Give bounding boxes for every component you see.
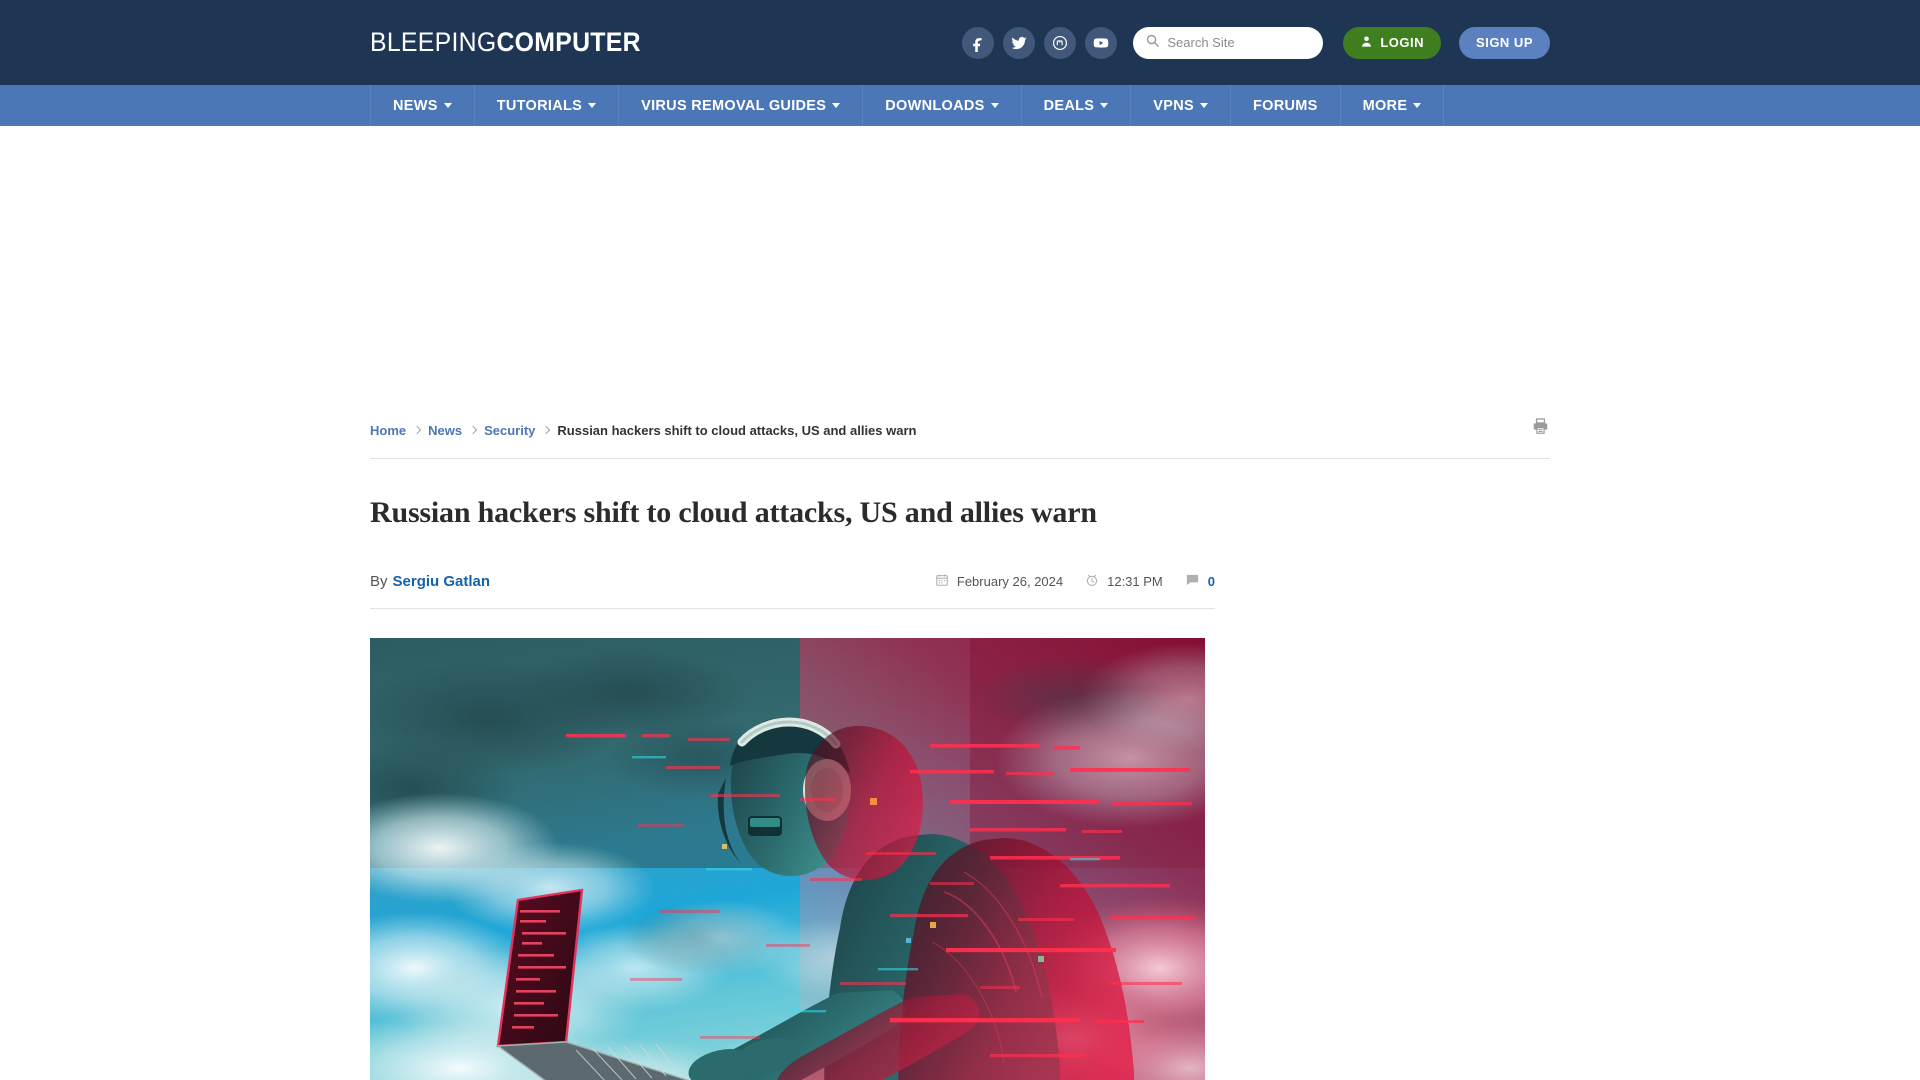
calendar-icon	[935, 573, 949, 590]
site-header: BLEEPINGCOMPUTER Search Site LOGIN SIGN …	[0, 0, 1920, 85]
breadcrumb: Home News Security Russian hackers shift to…	[370, 413, 1550, 447]
publish-time-text: 12:31 PM	[1107, 573, 1163, 589]
header-actions: LOGIN SIGN UP	[962, 0, 1550, 85]
main-content: Home News Security Russian hackers shift to…	[370, 413, 1550, 1080]
chevron-down-icon	[588, 103, 597, 108]
site-logo[interactable]: BLEEPINGCOMPUTER	[370, 27, 641, 58]
breadcrumb-separator-icon	[542, 425, 551, 435]
nav-item-deals[interactable]: DEALS	[1022, 85, 1132, 126]
search-input[interactable]	[1167, 35, 1314, 50]
author-link[interactable]: Sergiu Gatlan	[393, 573, 491, 590]
logo-text-light: BLEEPING	[370, 27, 497, 57]
comment-count-value: 0	[1207, 573, 1215, 589]
breadcrumb-separator-icon	[412, 425, 422, 435]
breadcrumb-separator-icon	[468, 425, 478, 435]
page-title: Russian hackers shift to cloud attacks, …	[370, 496, 1097, 529]
breadcrumb-item: Russian hackers shift to cloud attacks, …	[557, 422, 917, 438]
byline-by-label: By	[370, 572, 388, 590]
breadcrumb-item[interactable]: Home	[370, 423, 406, 438]
search-box[interactable]	[1133, 26, 1324, 59]
nav-item-news[interactable]: NEWS	[370, 85, 475, 126]
nav-item-label: VIRUS REMOVAL GUIDES	[641, 97, 827, 114]
twitter-icon[interactable]	[1003, 26, 1036, 59]
chevron-down-icon	[443, 103, 452, 108]
nav-item-label: DOWNLOADS	[885, 97, 985, 114]
breadcrumb-item[interactable]: News	[428, 423, 462, 438]
signup-button[interactable]: SIGN UP	[1459, 26, 1550, 59]
publish-time: 12:31 PM	[1085, 573, 1163, 590]
chevron-down-icon	[990, 103, 999, 108]
nav-item-more[interactable]: MORE	[1341, 85, 1445, 126]
chevron-down-icon	[832, 103, 841, 108]
clock-icon	[1085, 573, 1099, 590]
login-button[interactable]: LOGIN	[1343, 26, 1442, 59]
breadcrumb-divider	[370, 458, 1550, 459]
chevron-down-icon	[1413, 103, 1422, 108]
print-icon[interactable]	[1531, 417, 1550, 441]
user-icon	[1360, 35, 1373, 51]
nav-item-forums[interactable]: FORUMS	[1231, 85, 1341, 126]
comment-count[interactable]: 0	[1185, 572, 1215, 590]
nav-item-label: TUTORIALS	[496, 97, 583, 114]
main-navigation: NEWS TUTORIALS VIRUS REMOVAL GUIDES DOWNLOA…	[0, 85, 1920, 126]
chevron-down-icon	[1199, 103, 1208, 108]
advertisement-slot	[0, 126, 1920, 413]
publish-date-text: February 26, 2024	[956, 573, 1064, 589]
mastodon-icon[interactable]	[1044, 26, 1077, 59]
nav-item-tutorials[interactable]: TUTORIALS	[475, 85, 620, 126]
login-button-label: LOGIN	[1380, 35, 1425, 50]
youtube-icon[interactable]	[1085, 26, 1118, 59]
nav-item-label: FORUMS	[1252, 97, 1318, 114]
comment-icon	[1185, 572, 1200, 590]
signup-button-label: SIGN UP	[1476, 35, 1533, 50]
nav-item-label: NEWS	[393, 97, 438, 114]
search-icon	[1145, 33, 1160, 53]
nav-item-downloads[interactable]: DOWNLOADS	[863, 85, 1022, 126]
article-byline: By Sergiu Gatlan February 26, 2024 12:31…	[370, 567, 1215, 595]
article-hero-image	[370, 638, 1205, 1080]
nav-item-virus-removal-guides[interactable]: VIRUS REMOVAL GUIDES	[619, 85, 864, 126]
breadcrumb-item[interactable]: Security	[484, 423, 535, 438]
article-meta: February 26, 2024 12:31 PM 0	[935, 572, 1215, 590]
logo-text-bold: COMPUTER	[496, 27, 641, 57]
nav-item-label: DEALS	[1043, 97, 1095, 114]
nav-item-label: MORE	[1362, 97, 1408, 114]
facebook-icon[interactable]	[962, 26, 995, 59]
nav-item-vpns[interactable]: VPNS	[1131, 85, 1231, 126]
publish-date: February 26, 2024	[935, 573, 1063, 590]
nav-item-label: VPNS	[1153, 97, 1194, 114]
byline-divider	[370, 608, 1215, 609]
chevron-down-icon	[1100, 103, 1109, 108]
